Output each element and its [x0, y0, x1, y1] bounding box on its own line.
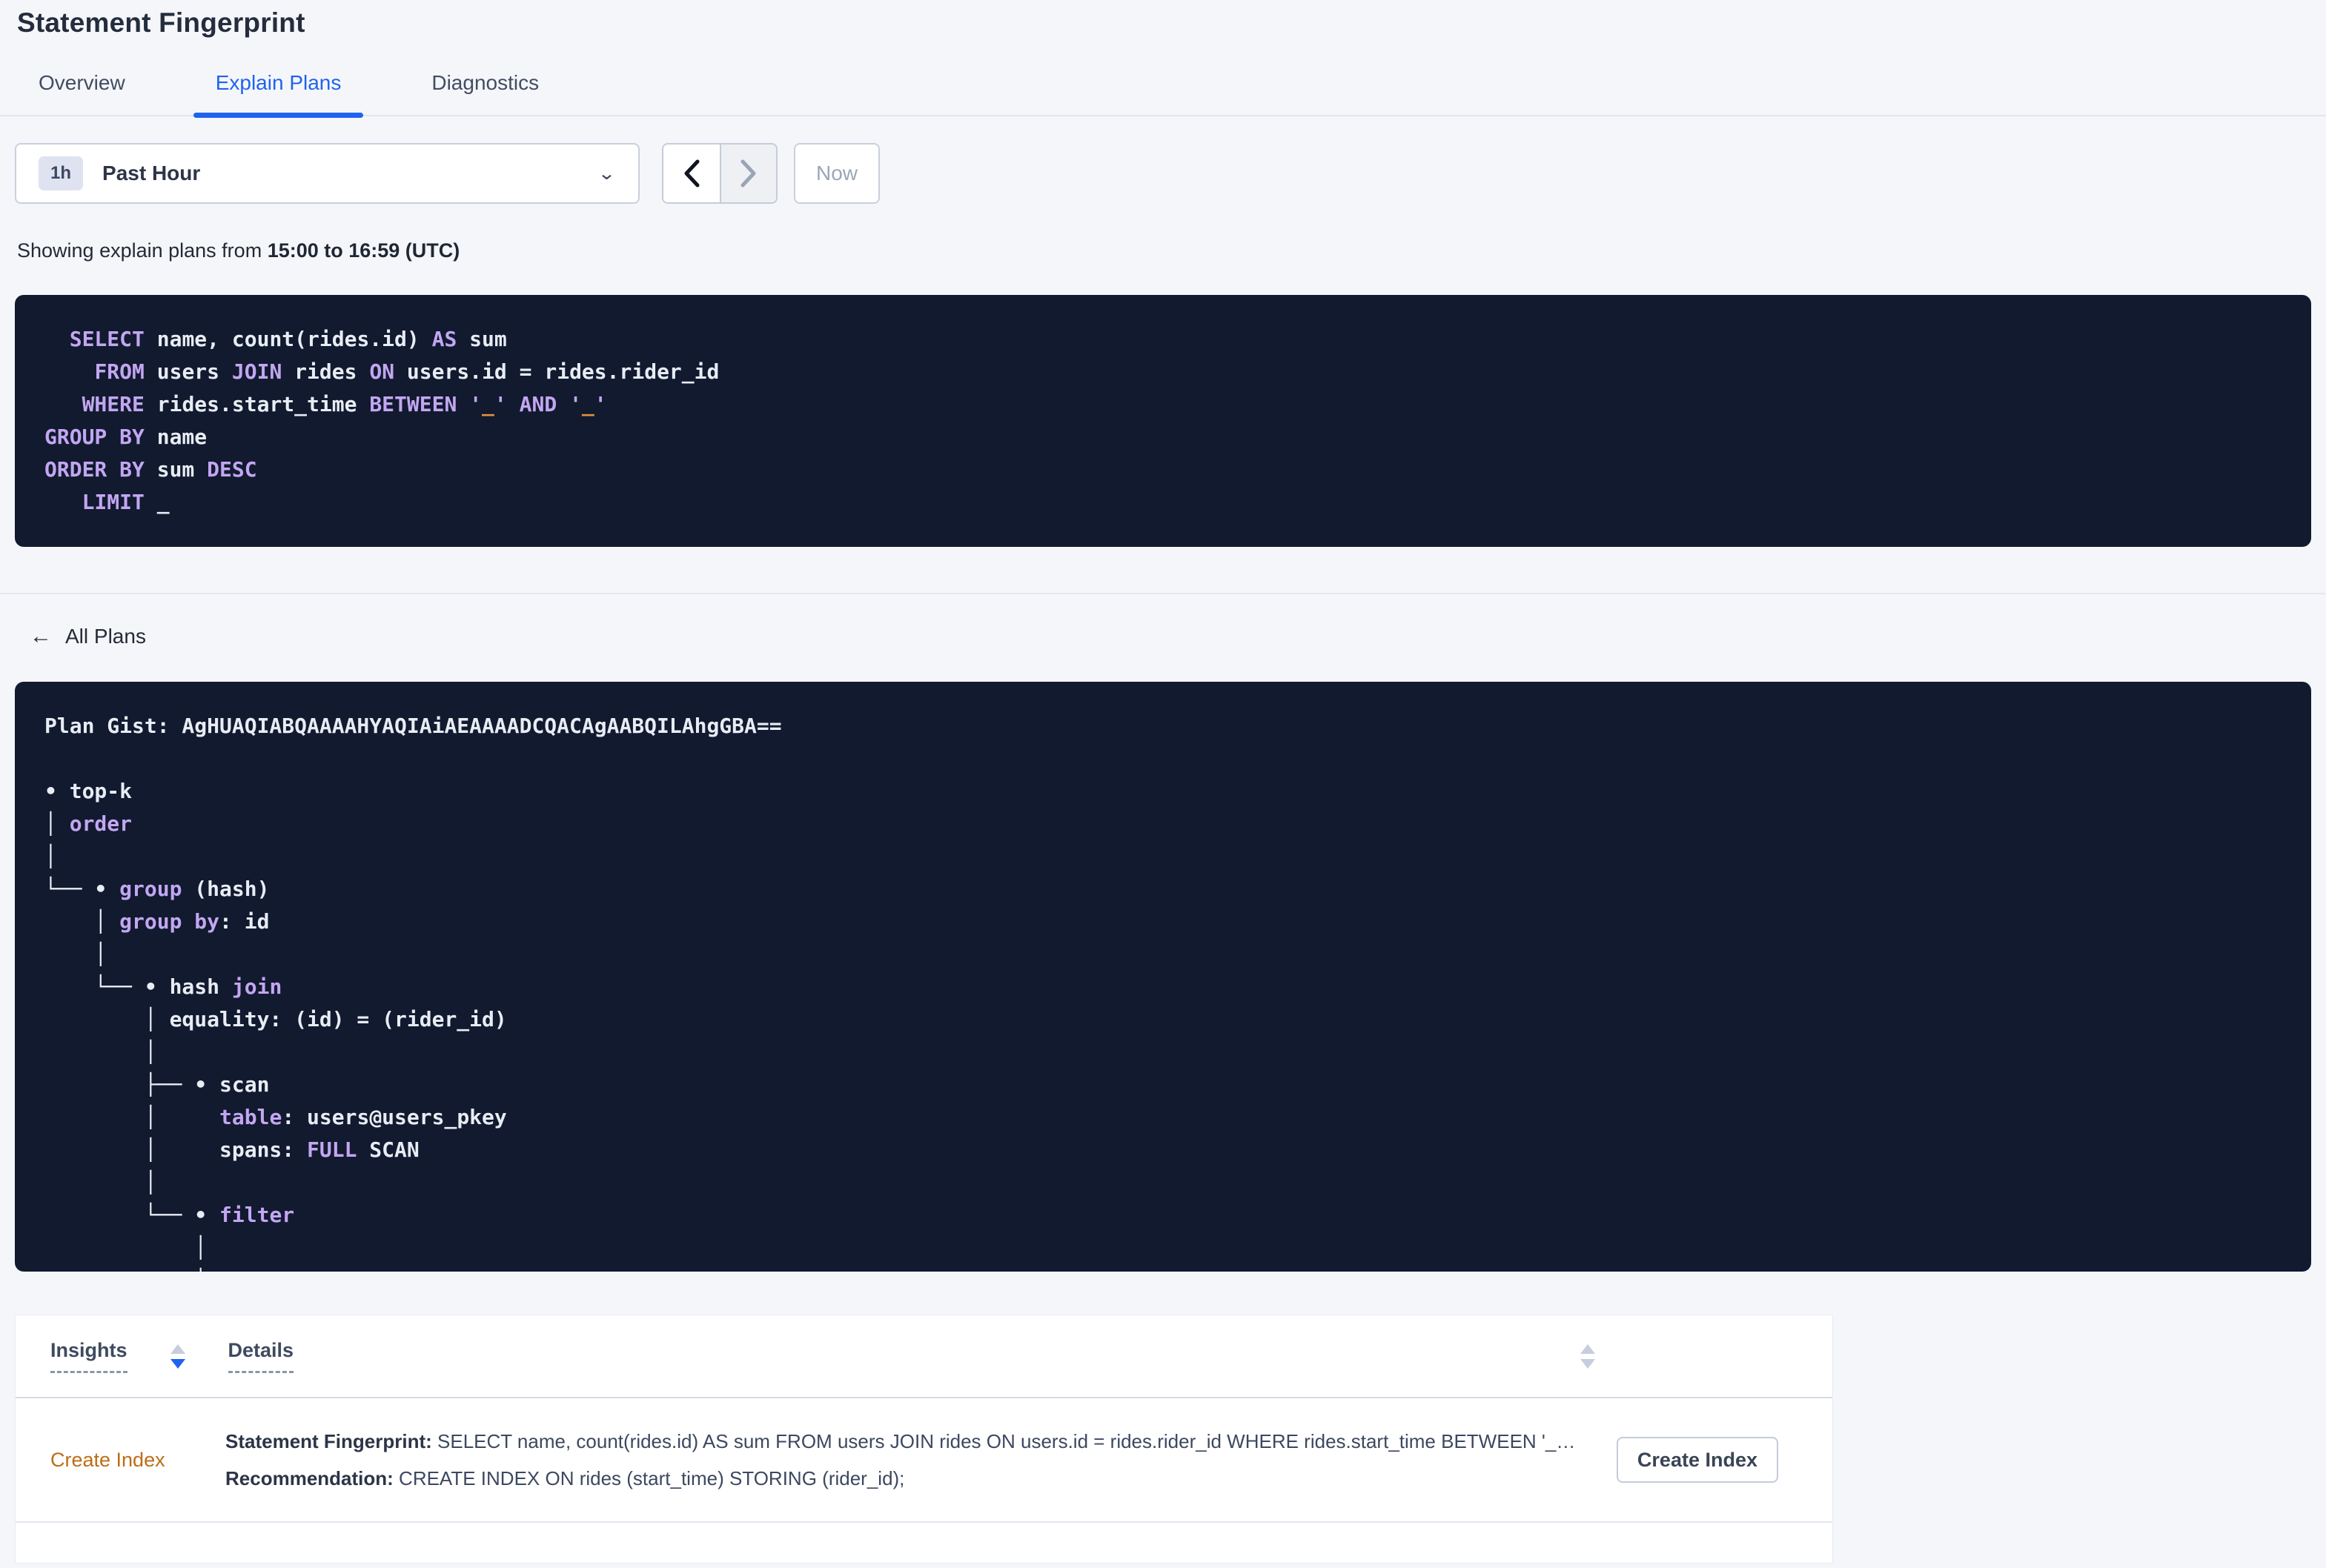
- plan-gist-box: Plan Gist: AgHUAQIABQAAAAHYAQIAiAEAAAADC…: [15, 682, 2311, 1272]
- showing-range-bold: 15:00 to 16:59 (UTC): [267, 239, 460, 262]
- insights-table-header: Insights Details: [16, 1315, 1832, 1398]
- statement-fingerprint-line: Statement Fingerprint: SELECT name, coun…: [225, 1423, 1587, 1460]
- all-plans-label: All Plans: [65, 625, 146, 648]
- time-controls: 1h Past Hour ⌄ Now: [15, 143, 2326, 204]
- statement-fingerprint-text: SELECT name, count(rides.id) AS sum FROM…: [431, 1430, 1576, 1452]
- chevron-left-icon: [684, 159, 700, 187]
- recommendation-line: Recommendation: CREATE INDEX ON rides (s…: [225, 1460, 1587, 1497]
- time-range-label: Past Hour: [102, 162, 201, 185]
- sort-icon-insights[interactable]: [170, 1343, 185, 1369]
- sort-asc-icon: [170, 1343, 185, 1354]
- showing-range-text: Showing explain plans from 15:00 to 16:5…: [17, 239, 2326, 262]
- insight-type-link[interactable]: Create Index: [50, 1449, 225, 1472]
- time-range-select[interactable]: 1h Past Hour ⌄: [15, 143, 640, 204]
- now-button[interactable]: Now: [794, 143, 881, 204]
- create-index-button[interactable]: Create Index: [1616, 1437, 1778, 1483]
- sort-asc-icon: [1580, 1343, 1595, 1354]
- showing-prefix: Showing explain plans from: [17, 239, 268, 262]
- insight-row: Create Index Statement Fingerprint: SELE…: [16, 1398, 1832, 1523]
- insight-details-cell: Statement Fingerprint: SELECT name, coun…: [225, 1423, 1587, 1497]
- tab-bar: Overview Explain Plans Diagnostics: [0, 71, 2326, 118]
- recommendation-text: CREATE INDEX ON rides (start_time) STORI…: [393, 1467, 905, 1489]
- recommendation-label: Recommendation:: [225, 1467, 394, 1489]
- time-range-badge: 1h: [39, 156, 84, 190]
- tab-diagnostics[interactable]: Diagnostics: [409, 71, 561, 115]
- sql-statement-box: SELECT name, count(rides.id) AS sum FROM…: [15, 295, 2311, 547]
- page-title: Statement Fingerprint: [17, 7, 305, 38]
- statement-fingerprint-label: Statement Fingerprint:: [225, 1430, 432, 1452]
- time-nav-group: [662, 143, 778, 204]
- column-header-insights[interactable]: Insights: [50, 1339, 127, 1373]
- next-interval-button[interactable]: [720, 144, 776, 202]
- tab-explain-plans[interactable]: Explain Plans: [193, 71, 364, 118]
- arrow-left-icon: ←: [30, 624, 52, 648]
- column-header-details[interactable]: Details: [228, 1339, 294, 1373]
- previous-interval-button[interactable]: [663, 144, 720, 202]
- chevron-right-icon: [740, 159, 756, 187]
- chevron-down-icon: ⌄: [597, 163, 616, 184]
- all-plans-link[interactable]: ← All Plans: [30, 624, 146, 649]
- sort-desc-icon: [170, 1358, 185, 1369]
- sort-desc-icon: [1580, 1358, 1595, 1369]
- insights-table-card: Insights Details Create Index Statement …: [15, 1315, 1833, 1564]
- tab-overview[interactable]: Overview: [16, 71, 148, 115]
- sort-icon-details[interactable]: [1580, 1343, 1595, 1369]
